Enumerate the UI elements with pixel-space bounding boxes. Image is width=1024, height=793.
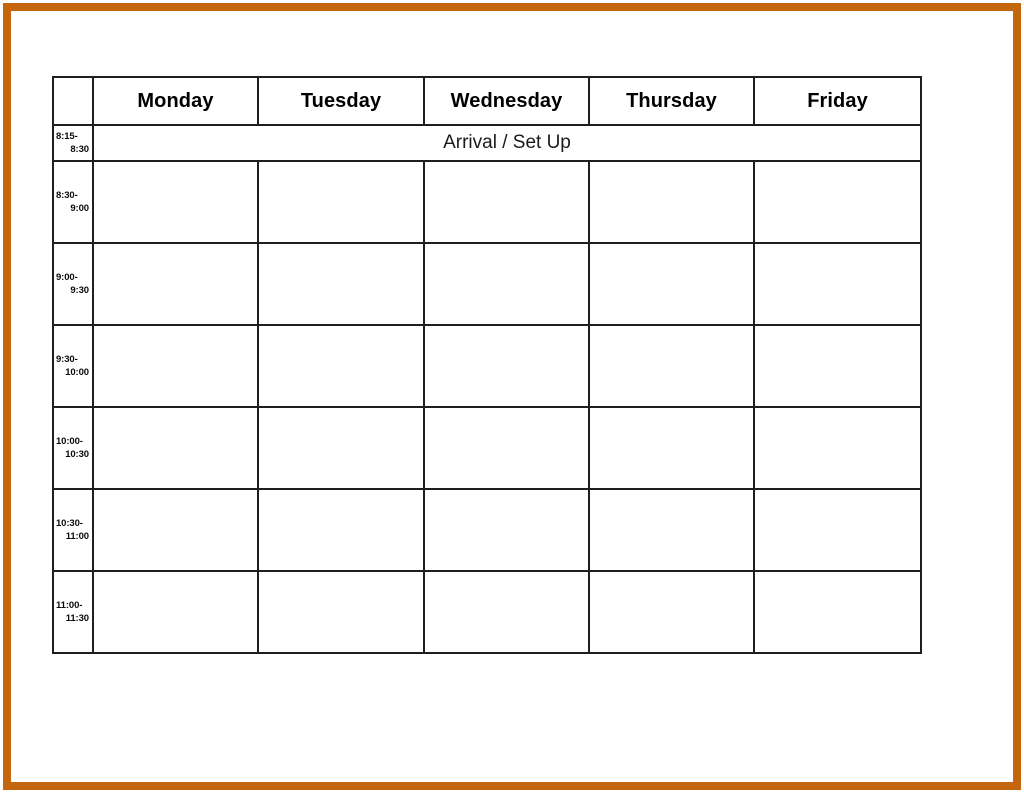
- time-label-1030-1100: 10:30- 11:00: [52, 488, 94, 572]
- time-start-text: 9:30-: [56, 354, 78, 365]
- time-end-text: 11:00: [65, 531, 89, 542]
- schedule-cell-thursday[interactable]: [588, 406, 755, 490]
- schedule-cell-friday[interactable]: [753, 488, 922, 572]
- schedule-cell-wednesday[interactable]: [423, 242, 590, 326]
- time-start-text: 8:15-: [56, 131, 78, 142]
- table-row: 8:30- 9:00: [52, 160, 922, 244]
- time-start-text: 8:30-: [56, 190, 78, 201]
- schedule-cell-tuesday[interactable]: [257, 488, 425, 572]
- header-corner-cell: [52, 76, 94, 126]
- schedule-cell-monday[interactable]: [92, 324, 259, 408]
- column-header-wednesday: Wednesday: [423, 76, 590, 126]
- time-label-0900-0930: 9:00- 9:30: [52, 242, 94, 326]
- time-end-text: 10:00: [65, 367, 89, 378]
- time-label-1100-1130: 11:00- 11:30: [52, 570, 94, 654]
- schedule-cell-thursday[interactable]: [588, 570, 755, 654]
- worksheet-area: Monday Tuesday Wednesday Thursday Friday…: [11, 11, 1013, 782]
- schedule-cell-friday[interactable]: [753, 324, 922, 408]
- time-label-0930-1000: 9:30- 10:00: [52, 324, 94, 408]
- column-header-monday: Monday: [92, 76, 259, 126]
- schedule-cell-thursday[interactable]: [588, 488, 755, 572]
- schedule-cell-friday[interactable]: [753, 406, 922, 490]
- table-row: 10:30- 11:00: [52, 488, 922, 572]
- table-row-arrival: 8:15- 8:30 Arrival / Set Up: [52, 124, 922, 162]
- table-row: 10:00- 10:30: [52, 406, 922, 490]
- column-header-friday: Friday: [753, 76, 922, 126]
- schedule-cell-thursday[interactable]: [588, 160, 755, 244]
- page-canvas: Monday Tuesday Wednesday Thursday Friday…: [0, 0, 1024, 793]
- table-row: 11:00- 11:30: [52, 570, 922, 654]
- schedule-cell-thursday[interactable]: [588, 242, 755, 326]
- time-end-text: 11:30: [65, 613, 89, 624]
- schedule-cell-monday[interactable]: [92, 160, 259, 244]
- schedule-cell-tuesday[interactable]: [257, 406, 425, 490]
- column-header-tuesday: Tuesday: [257, 76, 425, 126]
- weekly-schedule-table: Monday Tuesday Wednesday Thursday Friday…: [52, 76, 922, 654]
- arrival-set-up-cell[interactable]: Arrival / Set Up: [92, 124, 922, 162]
- schedule-cell-monday[interactable]: [92, 242, 259, 326]
- weekly-schedule-table-container: Monday Tuesday Wednesday Thursday Friday…: [52, 76, 922, 654]
- schedule-cell-wednesday[interactable]: [423, 406, 590, 490]
- schedule-cell-friday[interactable]: [753, 570, 922, 654]
- table-row: 9:00- 9:30: [52, 242, 922, 326]
- schedule-cell-friday[interactable]: [753, 160, 922, 244]
- schedule-cell-wednesday[interactable]: [423, 160, 590, 244]
- time-end-text: 9:30: [70, 285, 89, 296]
- schedule-cell-wednesday[interactable]: [423, 570, 590, 654]
- time-label-0815-0830: 8:15- 8:30: [52, 124, 94, 162]
- time-label-1000-1030: 10:00- 10:30: [52, 406, 94, 490]
- schedule-cell-friday[interactable]: [753, 242, 922, 326]
- schedule-cell-tuesday[interactable]: [257, 324, 425, 408]
- column-header-thursday: Thursday: [588, 76, 755, 126]
- schedule-cell-tuesday[interactable]: [257, 570, 425, 654]
- schedule-cell-tuesday[interactable]: [257, 242, 425, 326]
- table-header-row: Monday Tuesday Wednesday Thursday Friday: [52, 76, 922, 126]
- schedule-cell-wednesday[interactable]: [423, 488, 590, 572]
- time-start-text: 10:00-: [56, 436, 83, 447]
- time-start-text: 9:00-: [56, 272, 78, 283]
- schedule-cell-wednesday[interactable]: [423, 324, 590, 408]
- time-end-text: 9:00: [70, 203, 89, 214]
- schedule-cell-monday[interactable]: [92, 488, 259, 572]
- time-end-text: 8:30: [70, 144, 89, 155]
- time-start-text: 10:30-: [56, 518, 83, 529]
- schedule-cell-monday[interactable]: [92, 570, 259, 654]
- time-end-text: 10:30: [65, 449, 89, 460]
- time-label-0830-0900: 8:30- 9:00: [52, 160, 94, 244]
- table-row: 9:30- 10:00: [52, 324, 922, 408]
- schedule-cell-thursday[interactable]: [588, 324, 755, 408]
- time-start-text: 11:00-: [56, 600, 83, 611]
- schedule-cell-monday[interactable]: [92, 406, 259, 490]
- schedule-cell-tuesday[interactable]: [257, 160, 425, 244]
